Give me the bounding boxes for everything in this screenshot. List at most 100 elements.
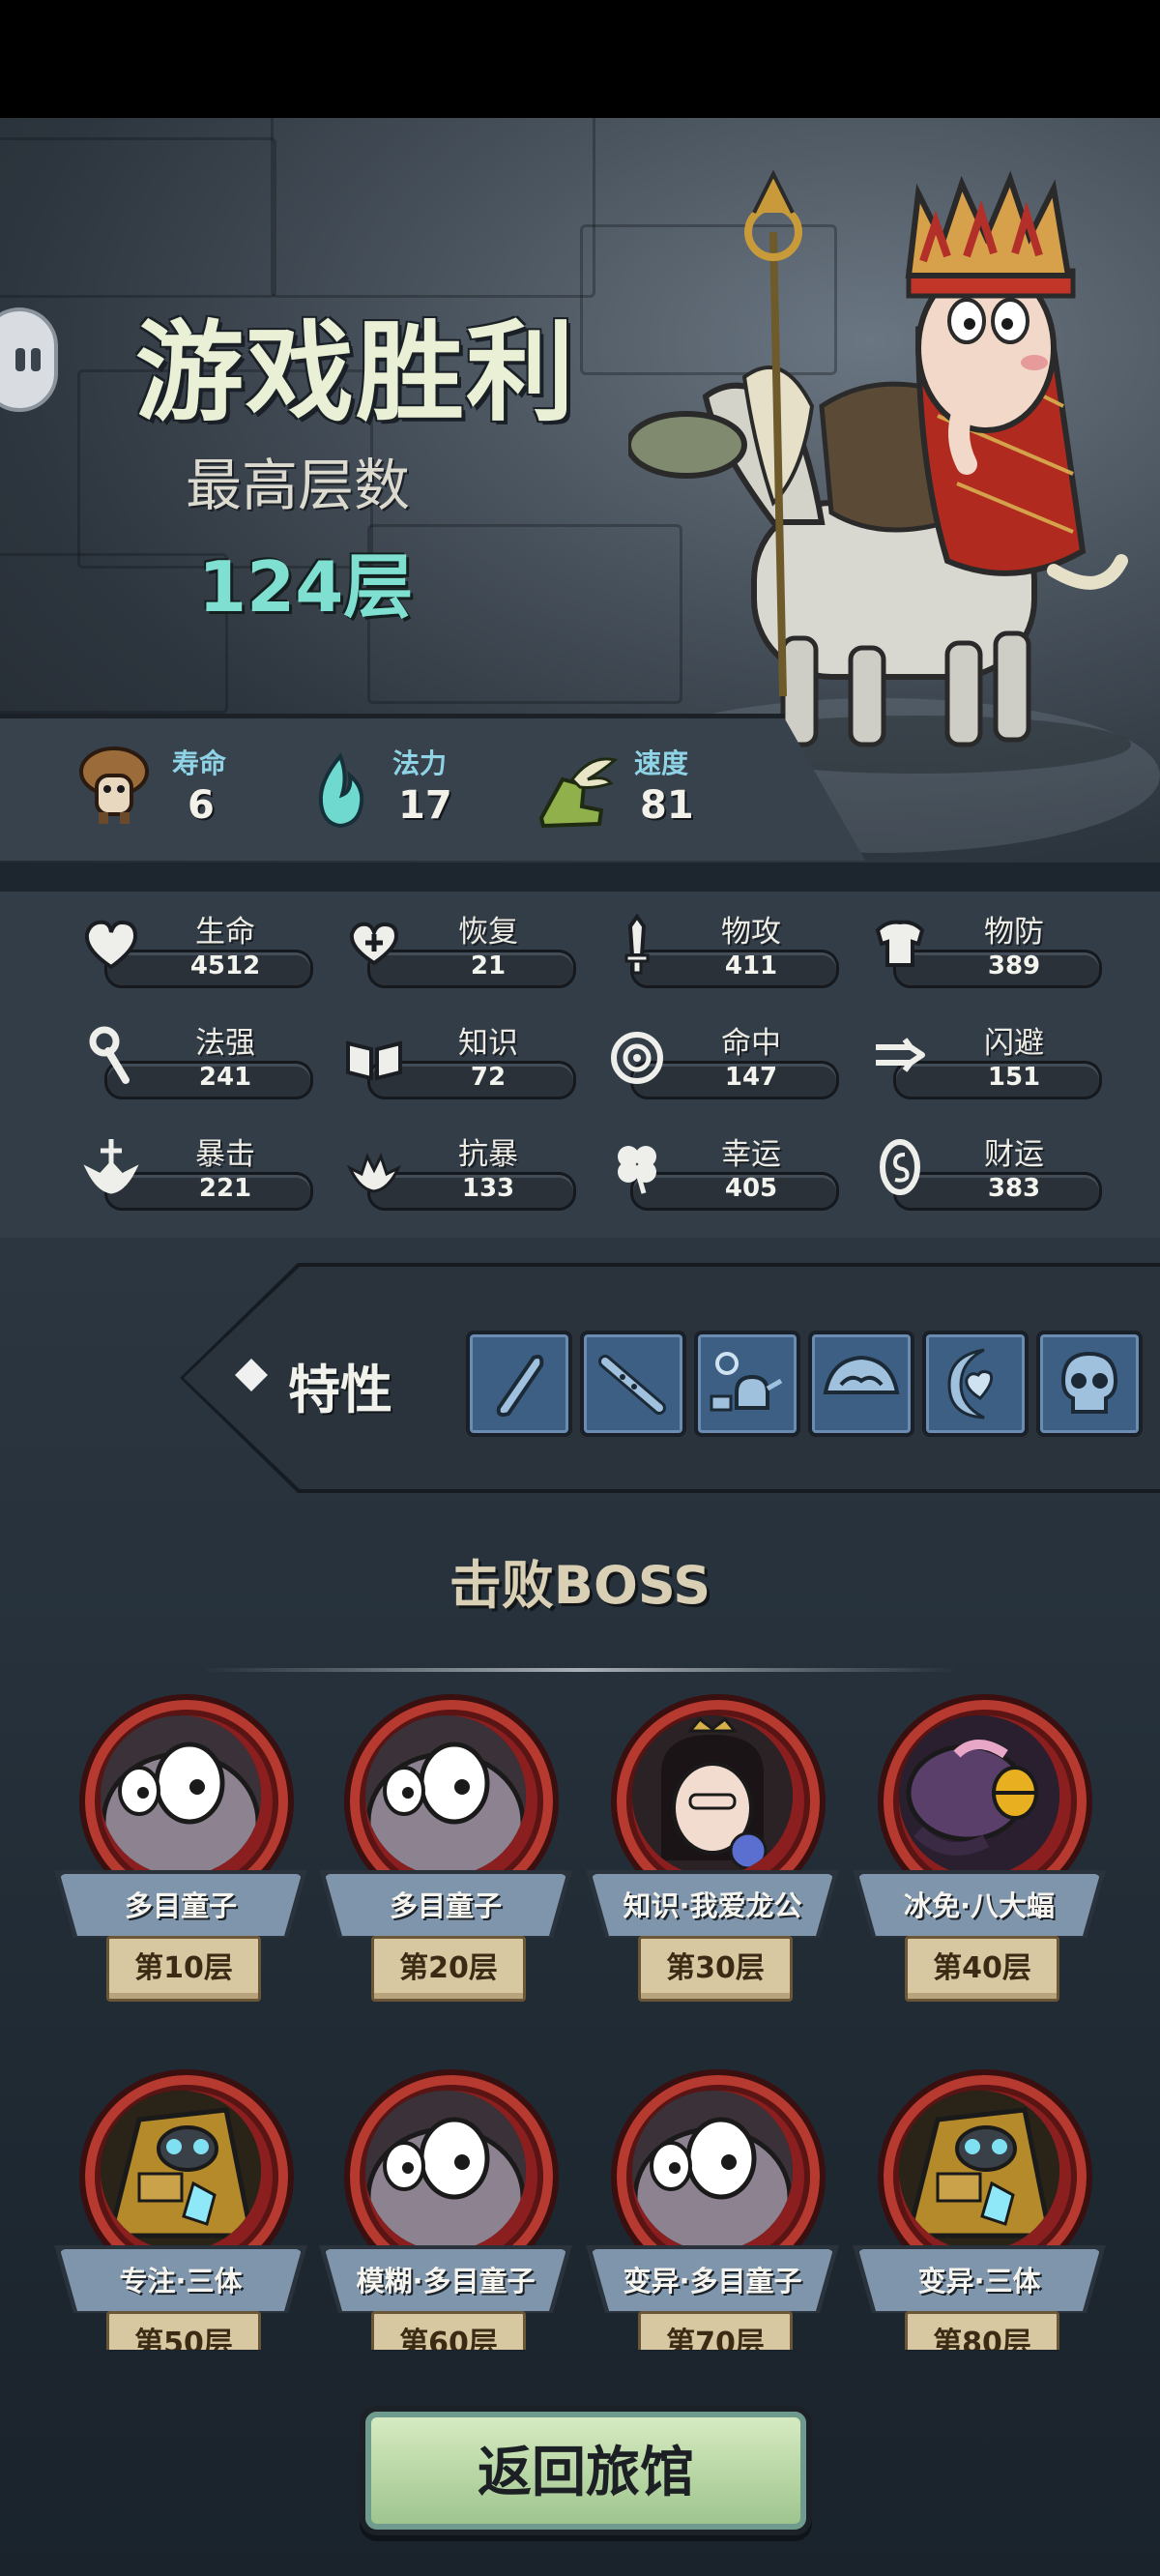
defeated-boss-title: 击败BOSS bbox=[449, 1555, 711, 1616]
max-floor-value: 124层 bbox=[198, 546, 414, 628]
stat-dodge: 闪避 151 bbox=[864, 1018, 1106, 1099]
staff-icon bbox=[89, 1026, 130, 1084]
stat-value: 72 bbox=[470, 1063, 507, 1092]
stat-name: 物攻 bbox=[721, 915, 781, 950]
info-lifespan-value: 6 bbox=[188, 783, 215, 828]
status-bar bbox=[0, 0, 1160, 118]
stat-physical-defense: 物防 389 bbox=[864, 907, 1106, 988]
boss-card[interactable]: 多目童子 第10层 bbox=[54, 1694, 307, 2062]
boss-level: 第40层 bbox=[933, 1951, 1031, 1985]
stat-name: 法强 bbox=[195, 1026, 255, 1061]
victory-title: 游戏胜利 bbox=[135, 310, 576, 436]
heal-heart-icon bbox=[349, 922, 399, 966]
stat-fortune: 财运 383 bbox=[864, 1129, 1106, 1211]
boss-portrait bbox=[365, 2091, 526, 2251]
boss-portrait bbox=[632, 1715, 793, 1876]
dodge-arrows-icon bbox=[876, 1038, 925, 1072]
traits-label: 特性 bbox=[288, 1360, 392, 1420]
stat-value: 4512 bbox=[189, 951, 261, 981]
stat-hp: 生命 4512 bbox=[75, 907, 317, 988]
stat-name: 知识 bbox=[458, 1026, 518, 1061]
boss-card[interactable]: 多目童子 第20层 bbox=[319, 1694, 572, 2062]
boss-name: 冰免·八大蝠 bbox=[903, 1889, 1056, 1922]
stat-crit-resist: 抗暴 133 bbox=[338, 1129, 580, 1211]
boss-name: 多目童子 bbox=[389, 1889, 502, 1922]
stat-name: 闪避 bbox=[984, 1026, 1044, 1061]
hero-character-illustration bbox=[628, 169, 1131, 774]
many-eyed-child-icon bbox=[365, 1715, 526, 1876]
boss-level: 第20层 bbox=[399, 1951, 498, 1985]
boss-divider bbox=[203, 1668, 957, 1672]
trait-slot-skull[interactable] bbox=[1036, 1331, 1143, 1437]
three-body-boss-icon bbox=[101, 2091, 261, 2251]
stat-accuracy: 命中 147 bbox=[601, 1018, 843, 1099]
boss-portrait bbox=[101, 1715, 261, 1876]
stat-regen: 恢复 21 bbox=[338, 907, 580, 988]
many-eyed-child-icon bbox=[632, 2091, 793, 2251]
stat-crit: 暴击 221 bbox=[75, 1129, 317, 1211]
stat-value: 147 bbox=[724, 1063, 778, 1092]
three-body-boss-icon bbox=[899, 2091, 1059, 2251]
boss-name: 多目童子 bbox=[124, 1889, 237, 1922]
boss-portrait bbox=[632, 2091, 793, 2251]
stat-name: 物防 bbox=[984, 915, 1044, 950]
mushroom-character-icon bbox=[79, 746, 149, 824]
trait-slot-teapot[interactable] bbox=[694, 1331, 800, 1437]
stat-name: 命中 bbox=[721, 1026, 781, 1061]
boss-portrait bbox=[365, 1715, 526, 1876]
trait-slot-muscle[interactable] bbox=[808, 1331, 914, 1437]
skull-icon bbox=[1060, 1351, 1118, 1414]
info-mana: 法力 17 bbox=[309, 743, 503, 839]
clover-icon bbox=[618, 1146, 656, 1194]
info-mana-value: 17 bbox=[398, 783, 452, 828]
book-icon bbox=[346, 1040, 402, 1081]
scroll-clip-area bbox=[0, 2350, 1160, 2408]
moon-heart-icon bbox=[947, 1348, 994, 1420]
boss-level: 第10层 bbox=[134, 1951, 233, 1985]
winged-boot-icon bbox=[538, 757, 619, 829]
stat-magic-power: 法强 241 bbox=[75, 1018, 317, 1099]
return-inn-label: 返回旅馆 bbox=[478, 2442, 694, 2504]
boss-portrait bbox=[101, 2091, 261, 2251]
boss-card[interactable]: 知识·我爱龙公 第30层 bbox=[586, 1694, 839, 2062]
stat-value: 133 bbox=[461, 1174, 515, 1203]
stat-value: 151 bbox=[987, 1063, 1041, 1092]
scroll-icon bbox=[496, 1355, 544, 1418]
coin-icon bbox=[880, 1139, 920, 1195]
trait-slot-moon-heart[interactable] bbox=[922, 1331, 1029, 1437]
crit-resist-icon bbox=[346, 1153, 402, 1193]
stat-value: 383 bbox=[987, 1174, 1041, 1203]
stat-value: 221 bbox=[198, 1174, 252, 1203]
target-icon bbox=[611, 1032, 663, 1084]
side-menu-tab[interactable] bbox=[0, 307, 58, 412]
stat-name: 恢复 bbox=[458, 915, 518, 950]
bat-boss-icon bbox=[899, 1715, 1059, 1876]
info-mana-label: 法力 bbox=[392, 747, 448, 779]
boss-card[interactable]: 冰免·八大蝠 第40层 bbox=[853, 1694, 1106, 2062]
info-speed-label: 速度 bbox=[634, 747, 689, 779]
trait-slot-scroll[interactable] bbox=[466, 1331, 572, 1437]
stat-name: 幸运 bbox=[721, 1137, 781, 1172]
stat-value: 21 bbox=[470, 951, 507, 981]
muscle-icon bbox=[823, 1355, 900, 1394]
blue-flame-icon bbox=[318, 752, 364, 829]
stat-physical-attack: 物攻 411 bbox=[601, 907, 843, 988]
info-speed-value: 81 bbox=[640, 783, 694, 828]
stat-name: 生命 bbox=[195, 915, 255, 950]
boss-name: 模糊·多目童子 bbox=[356, 2265, 536, 2298]
info-lifespan: 寿命 6 bbox=[75, 743, 269, 839]
trait-slot-flute[interactable] bbox=[580, 1331, 686, 1437]
crit-burst-icon bbox=[83, 1139, 139, 1194]
stat-luck: 幸运 405 bbox=[601, 1129, 843, 1211]
stat-value: 411 bbox=[724, 951, 778, 981]
boss-name: 变异·多目童子 bbox=[623, 2265, 802, 2298]
flute-icon bbox=[598, 1355, 666, 1415]
boss-portrait bbox=[899, 1715, 1059, 1876]
stat-name: 抗暴 bbox=[458, 1137, 518, 1172]
heart-icon bbox=[84, 920, 138, 970]
stat-name: 财运 bbox=[984, 1137, 1044, 1172]
teapot-icon bbox=[710, 1352, 783, 1412]
boss-level: 第30层 bbox=[666, 1951, 765, 1985]
many-eyed-child-icon bbox=[101, 1715, 261, 1876]
max-floor-label: 最高层数 bbox=[186, 453, 411, 518]
